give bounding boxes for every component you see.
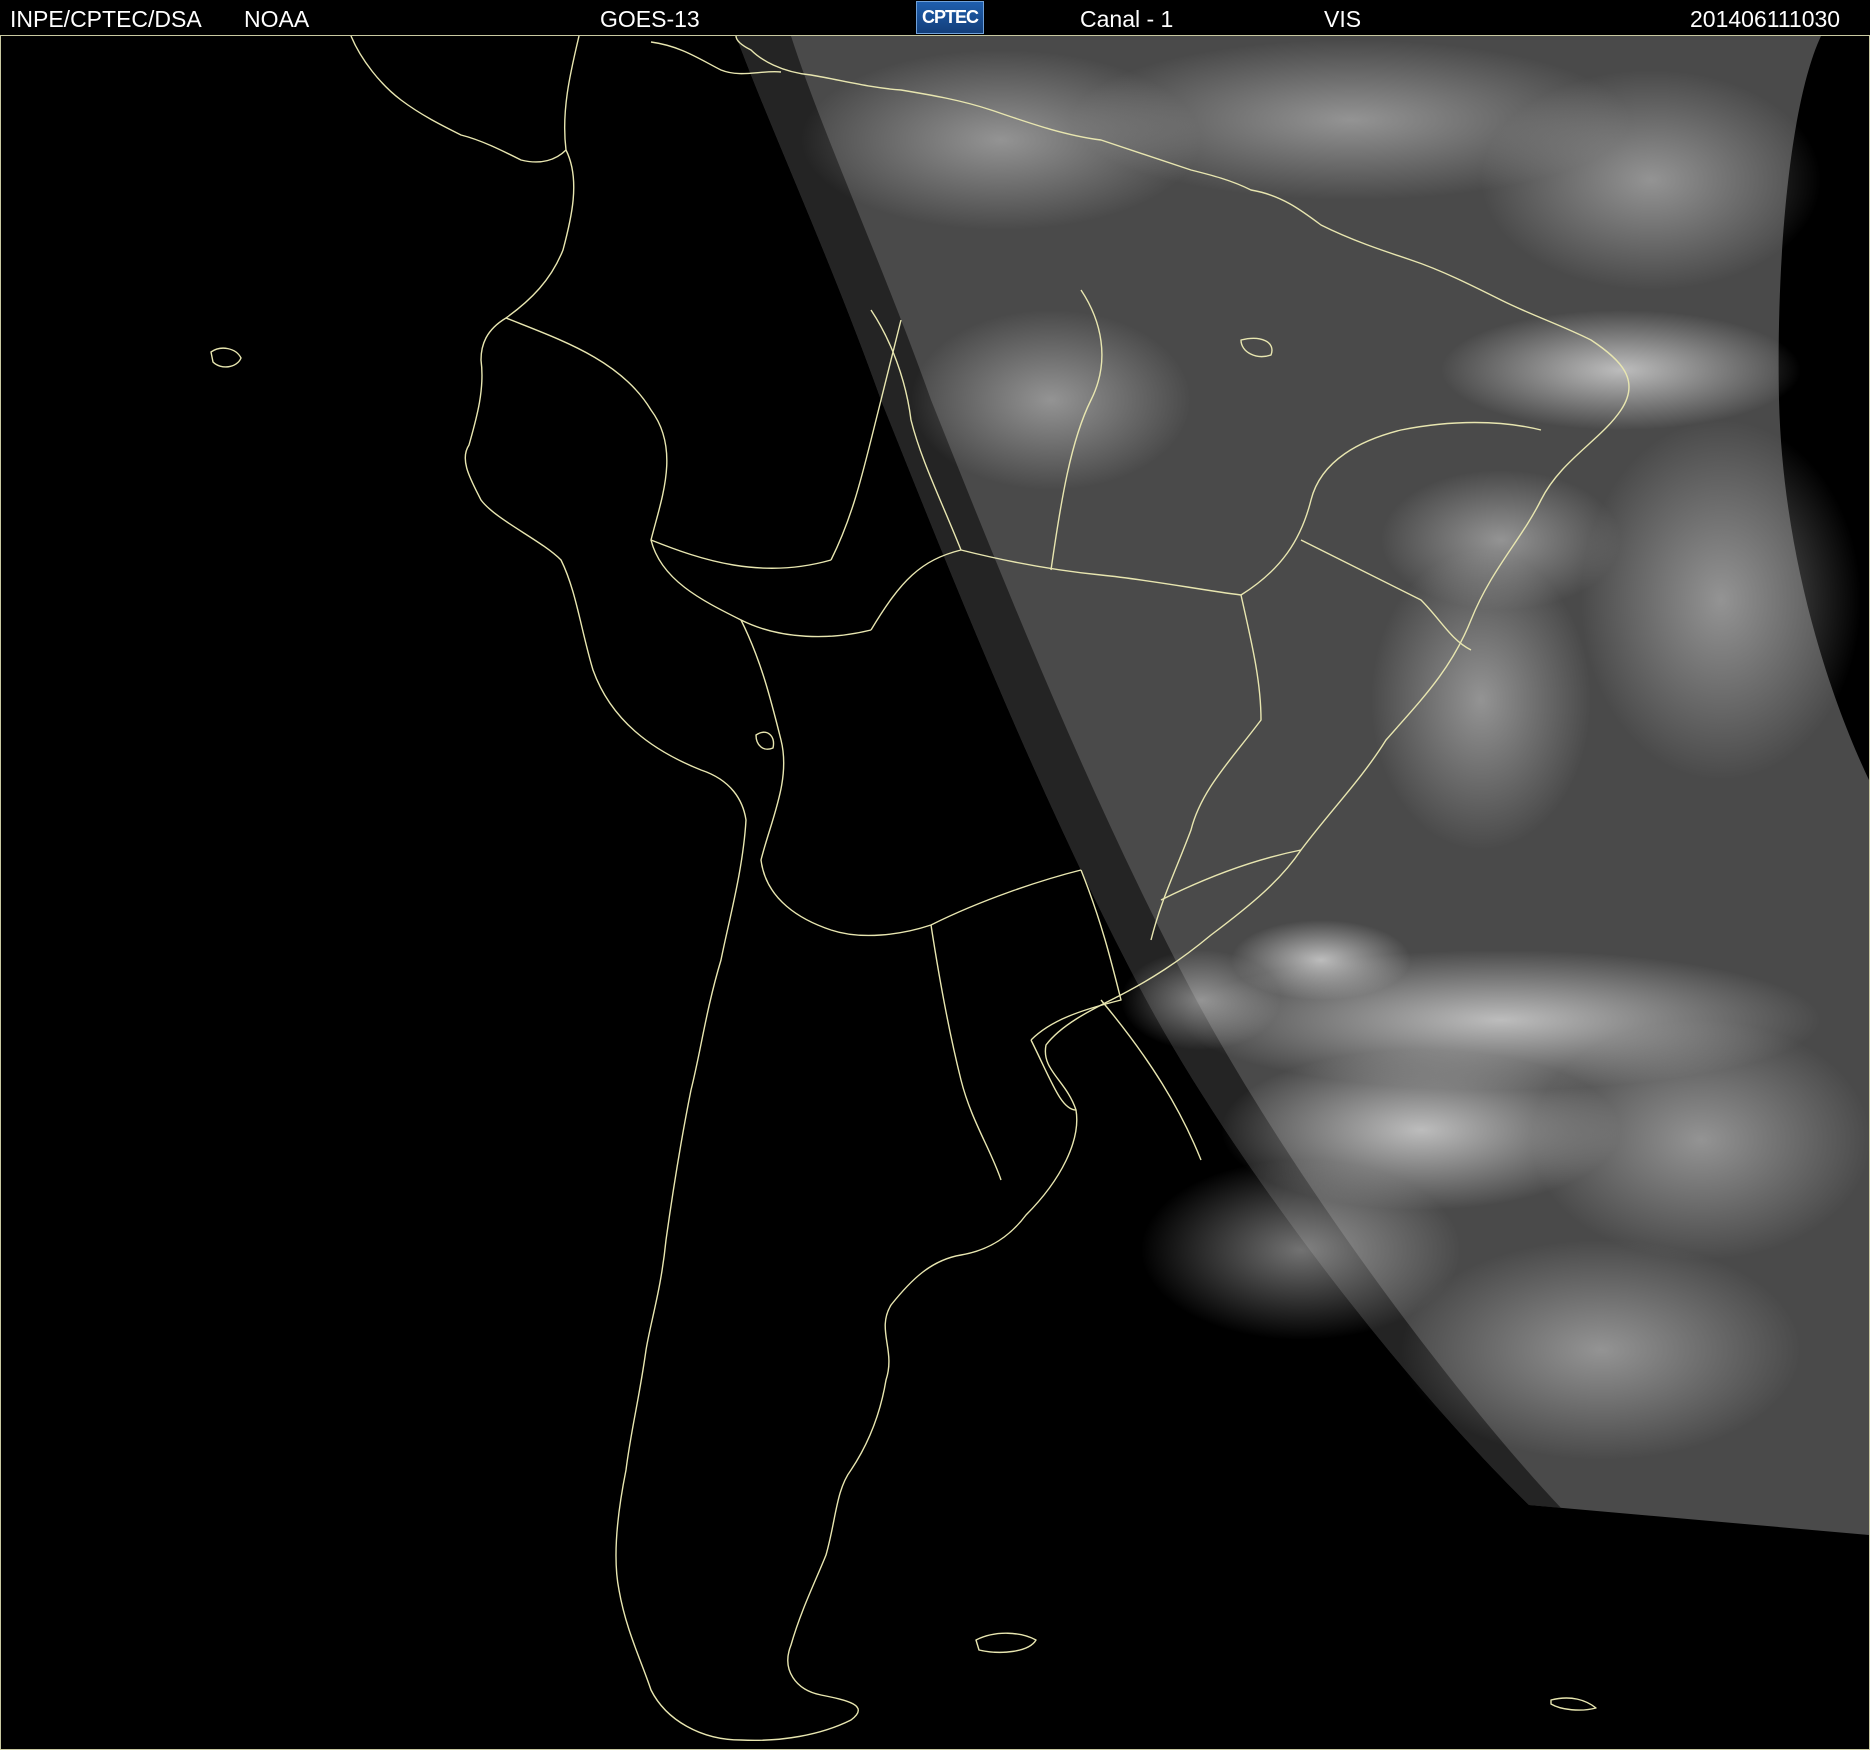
border-2: [650, 539, 872, 638]
image-header: INPE/CPTEC/DSA NOAA GOES-13 CPTEC Canal …: [0, 0, 1870, 36]
cptec-logo: CPTEC: [916, 1, 984, 34]
institution-label: INPE/CPTEC/DSA: [10, 6, 202, 32]
agency-label: NOAA: [244, 6, 310, 32]
map-svg: [210, 36, 1869, 1742]
border-14: [1030, 1039, 1077, 1111]
satellite-label: GOES-13: [600, 6, 700, 32]
galapagos: [210, 347, 242, 368]
south-georgia: [1550, 1697, 1597, 1711]
timestamp-label: 201406111030: [1690, 6, 1841, 32]
logo-text: CPTEC: [921, 7, 979, 27]
satellite-map: [0, 36, 1870, 1750]
central-america-coast: [350, 36, 567, 163]
border-4: [740, 619, 832, 931]
border-5: [830, 869, 1082, 937]
channel-label: Canal - 1: [1080, 6, 1174, 32]
band-label: VIS: [1324, 6, 1362, 32]
border-1: [505, 317, 832, 569]
falklands: [975, 1632, 1037, 1653]
lake-titicaca: [755, 731, 775, 750]
border-15: [930, 924, 1002, 1181]
